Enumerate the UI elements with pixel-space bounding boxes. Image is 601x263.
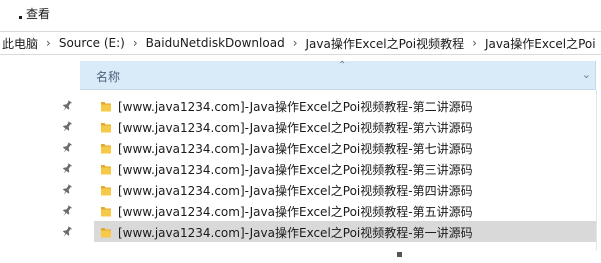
file-row[interactable]: [www.java1234.com]-Java操作Excel之Poi视频教程-第… [0, 200, 601, 221]
folder-name: [www.java1234.com]-Java操作Excel之Poi视频教程-第… [118, 205, 473, 219]
folder-name: [www.java1234.com]-Java操作Excel之Poi视频教程-第… [118, 121, 473, 135]
pin-icon[interactable] [61, 161, 73, 175]
chevron-down-icon[interactable]: ⌄ [582, 68, 591, 81]
pin-icon[interactable] [61, 203, 73, 217]
breadcrumb-separator[interactable]: › [291, 36, 300, 50]
folder-icon [100, 182, 112, 196]
folder-name: [www.java1234.com]-Java操作Excel之Poi视频教程-第… [118, 226, 473, 240]
view-tab[interactable]: 查看 [19, 5, 50, 21]
folder-item[interactable]: [www.java1234.com]-Java操作Excel之Poi视频教程-第… [94, 137, 596, 158]
pin-icon[interactable] [61, 224, 73, 238]
breadcrumb-source-drive[interactable]: Source (E:) [53, 36, 131, 50]
file-row[interactable]: [www.java1234.com]-Java操作Excel之Poi视频教程-第… [0, 179, 601, 200]
file-row[interactable]: [www.java1234.com]-Java操作Excel之Poi视频教程-第… [0, 158, 601, 179]
folder-item[interactable]: [www.java1234.com]-Java操作Excel之Poi视频教程-第… [94, 116, 596, 137]
folder-name: [www.java1234.com]-Java操作Excel之Poi视频教程-第… [118, 163, 473, 177]
sort-ascending-icon: ⌃ [338, 60, 347, 71]
folder-icon [100, 203, 112, 217]
folder-icon [100, 161, 112, 175]
file-row[interactable]: [www.java1234.com]-Java操作Excel之Poi视频教程-第… [0, 137, 601, 158]
breadcrumb-current-folder[interactable]: Java操作Excel之Poi [479, 35, 601, 52]
folder-item[interactable]: [www.java1234.com]-Java操作Excel之Poi视频教程-第… [94, 95, 596, 116]
folder-icon [100, 224, 112, 238]
folder-item[interactable]: [www.java1234.com]-Java操作Excel之Poi视频教程-第… [94, 158, 596, 179]
folder-icon [100, 98, 112, 112]
folder-item[interactable]: [www.java1234.com]-Java操作Excel之Poi视频教程-第… [94, 221, 596, 242]
file-row[interactable]: [www.java1234.com]-Java操作Excel之Poi视频教程-第… [0, 116, 601, 137]
ribbon: 查看 [0, 0, 601, 27]
breadcrumb-baidu-download[interactable]: BaiduNetdiskDownload [140, 36, 291, 50]
breadcrumb-course-folder[interactable]: Java操作Excel之Poi视频教程 [300, 35, 471, 52]
breadcrumb-this-pc[interactable]: 此电脑 [0, 35, 44, 52]
pin-icon[interactable] [61, 98, 73, 112]
file-row[interactable]: [www.java1234.com]-Java操作Excel之Poi视频教程-第… [0, 221, 601, 242]
file-list: [www.java1234.com]-Java操作Excel之Poi视频教程-第… [0, 95, 601, 242]
folder-name: [www.java1234.com]-Java操作Excel之Poi视频教程-第… [118, 142, 473, 156]
resize-handle[interactable] [397, 252, 402, 257]
folder-item[interactable]: [www.java1234.com]-Java操作Excel之Poi视频教程-第… [94, 179, 596, 200]
pin-icon[interactable] [61, 140, 73, 154]
folder-icon [100, 119, 112, 133]
column-header-name[interactable]: ⌃ 名称 ⌄ [80, 60, 596, 90]
breadcrumb-separator[interactable]: › [470, 36, 479, 50]
breadcrumb-separator[interactable]: › [131, 36, 140, 50]
file-row[interactable]: [www.java1234.com]-Java操作Excel之Poi视频教程-第… [0, 95, 601, 116]
breadcrumb-separator[interactable]: › [44, 36, 53, 50]
folder-item[interactable]: [www.java1234.com]-Java操作Excel之Poi视频教程-第… [94, 200, 596, 221]
folder-name: [www.java1234.com]-Java操作Excel之Poi视频教程-第… [118, 184, 473, 198]
view-tab-marker [19, 15, 22, 19]
folder-name: [www.java1234.com]-Java操作Excel之Poi视频教程-第… [118, 100, 473, 114]
column-name-label: 名称 [96, 70, 121, 84]
address-bar[interactable]: 此电脑 › Source (E:) › BaiduNetdiskDownload… [0, 31, 601, 55]
pin-icon[interactable] [61, 182, 73, 196]
view-tab-label: 查看 [26, 6, 51, 21]
folder-icon [100, 140, 112, 154]
pin-icon[interactable] [61, 119, 73, 133]
